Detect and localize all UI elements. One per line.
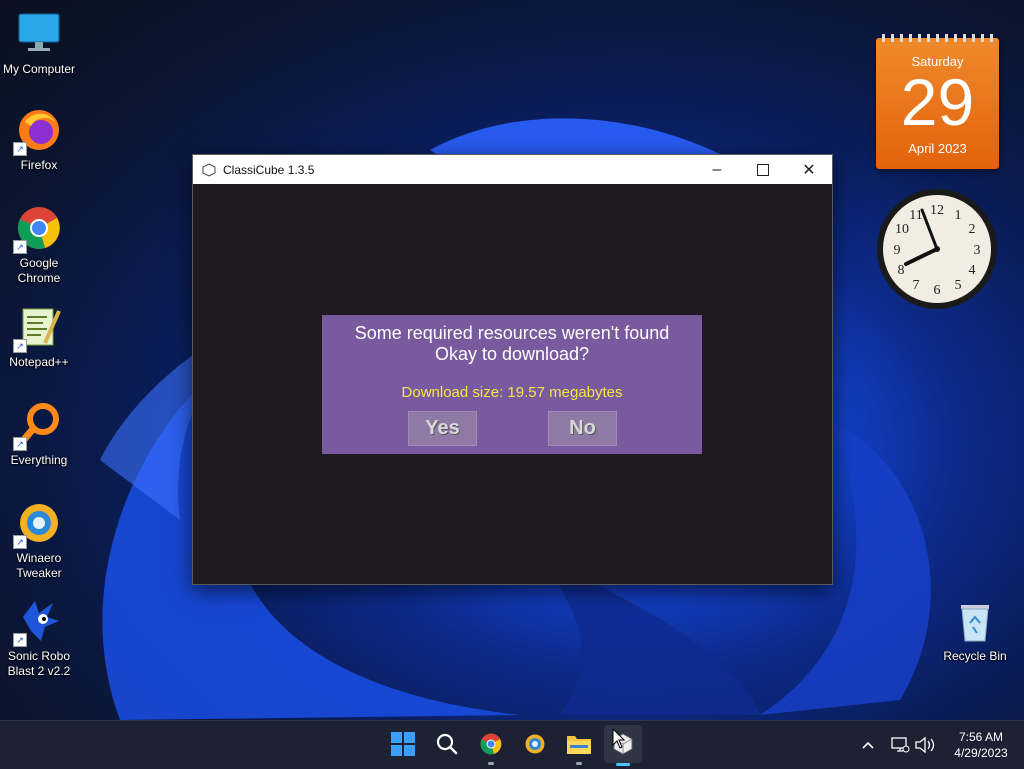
monitor-icon <box>15 10 63 58</box>
winaero-tweaker-icon: ↗ <box>13 499 63 549</box>
desktop-icon-everything[interactable]: ↗ Everything <box>0 401 78 468</box>
taskbar-file-explorer[interactable] <box>564 729 594 765</box>
analog-clock-gadget[interactable]: 12 1 2 345 678 9 10 11 <box>876 188 998 310</box>
start-button[interactable] <box>388 729 418 759</box>
chrome-icon <box>480 733 502 755</box>
desktop-icon-notepad-plus-plus[interactable]: ↗ Notepad++ <box>0 303 78 370</box>
yes-button[interactable]: Yes <box>408 411 477 446</box>
shortcut-arrow-icon: ↗ <box>13 535 27 549</box>
calendar-rings <box>882 34 993 42</box>
desktop-icon-label: My Computer <box>2 62 76 76</box>
magnifier-icon: ↗ <box>13 401 63 451</box>
desktop-icon-label: Sonic Robo Blast 2 v2.2 <box>7 649 71 678</box>
calendar-gadget[interactable]: Saturday 29 April 2023 <box>876 34 999 169</box>
active-indicator <box>616 763 630 766</box>
desktop-icon-winaero-tweaker[interactable]: ↗ Winaero Tweaker <box>0 499 78 581</box>
chevron-up-icon <box>862 741 874 749</box>
svg-text:3: 3 <box>974 243 981 258</box>
notepad-plus-plus-icon: ↗ <box>13 303 63 353</box>
svg-text:9: 9 <box>894 243 901 258</box>
window-titlebar[interactable]: ClassiCube 1.3.5 – ✕ <box>193 155 832 184</box>
svg-text:2: 2 <box>969 222 976 237</box>
dialog-message-line2: Okay to download? <box>434 344 590 364</box>
chrome-icon: ↗ <box>13 204 63 254</box>
svg-text:4: 4 <box>969 263 976 278</box>
svg-text:6: 6 <box>934 283 941 298</box>
calendar-day: 29 <box>900 65 975 139</box>
taskbar-winaero-tweaker[interactable] <box>520 729 550 759</box>
no-button[interactable]: No <box>548 411 617 446</box>
show-hidden-icons-button[interactable] <box>858 721 878 769</box>
shortcut-arrow-icon: ↗ <box>13 142 27 156</box>
desktop-icon-sonic-robo-blast[interactable]: ↗ Sonic Robo Blast 2 v2.2 <box>0 597 78 679</box>
desktop-icon-my-computer[interactable]: My Computer <box>0 10 78 77</box>
taskbar-search-button[interactable] <box>432 729 462 759</box>
desktop-icon-chrome[interactable]: ↗ Google Chrome <box>0 204 78 286</box>
svg-text:8: 8 <box>898 263 905 278</box>
sonic-icon: ↗ <box>13 597 63 647</box>
folder-icon <box>567 736 591 754</box>
download-dialog: Some required resources weren't found Ok… <box>322 315 702 454</box>
desktop-icon-label: Notepad++ <box>9 355 69 369</box>
maximize-button[interactable] <box>740 155 786 184</box>
taskbar-chrome[interactable] <box>476 729 506 765</box>
svg-text:1: 1 <box>955 208 962 223</box>
taskbar-time: 7:56 AM <box>958 730 1004 744</box>
classicube-icon <box>202 162 216 177</box>
shortcut-arrow-icon: ↗ <box>13 240 27 254</box>
svg-text:12: 12 <box>930 203 944 218</box>
windows-logo-icon <box>391 732 415 756</box>
recycle-bin-icon <box>951 597 999 645</box>
taskbar: 7:56 AM 4/29/2023 <box>0 720 1024 769</box>
speaker-icon <box>915 736 935 754</box>
taskbar-date: 4/29/2023 <box>954 746 1008 760</box>
network-status-button[interactable] <box>890 721 910 769</box>
shortcut-arrow-icon: ↗ <box>13 437 27 451</box>
svg-text:7: 7 <box>913 278 920 293</box>
desktop-icon-label: Google Chrome <box>17 256 61 285</box>
download-size-text: Download size: 19.57 megabytes <box>401 384 623 401</box>
shortcut-arrow-icon: ↗ <box>13 339 27 353</box>
dialog-message-line1: Some required resources weren't found <box>354 323 670 343</box>
desktop-icon-label: Everything <box>10 453 68 467</box>
network-icon <box>891 737 910 753</box>
desktop-icon-label: Winaero Tweaker <box>16 551 62 580</box>
classicube-window[interactable]: ClassiCube 1.3.5 – ✕ Some required resou… <box>192 154 833 585</box>
svg-text:10: 10 <box>895 222 909 237</box>
minimize-button[interactable]: – <box>694 155 740 184</box>
volume-button[interactable] <box>914 721 936 769</box>
desktop-icon-label: Recycle Bin <box>943 649 1007 663</box>
window-title: ClassiCube 1.3.5 <box>223 162 315 177</box>
desktop-icon-label: Firefox <box>20 158 58 172</box>
desktop-icon-recycle-bin[interactable]: Recycle Bin <box>936 597 1014 664</box>
mouse-cursor-icon <box>612 728 626 749</box>
svg-text:5: 5 <box>955 278 962 293</box>
close-button[interactable]: ✕ <box>786 155 832 184</box>
desktop-icon-firefox[interactable]: ↗ Firefox <box>0 106 78 173</box>
winaero-tweaker-icon <box>525 734 545 754</box>
running-indicator <box>488 762 494 765</box>
taskbar-clock[interactable]: 7:56 AM 4/29/2023 <box>946 729 1016 761</box>
shortcut-arrow-icon: ↗ <box>13 633 27 647</box>
search-icon <box>436 733 458 755</box>
running-indicator <box>576 762 582 765</box>
firefox-icon: ↗ <box>13 106 63 156</box>
calendar-month-year: April 2023 <box>908 141 967 156</box>
